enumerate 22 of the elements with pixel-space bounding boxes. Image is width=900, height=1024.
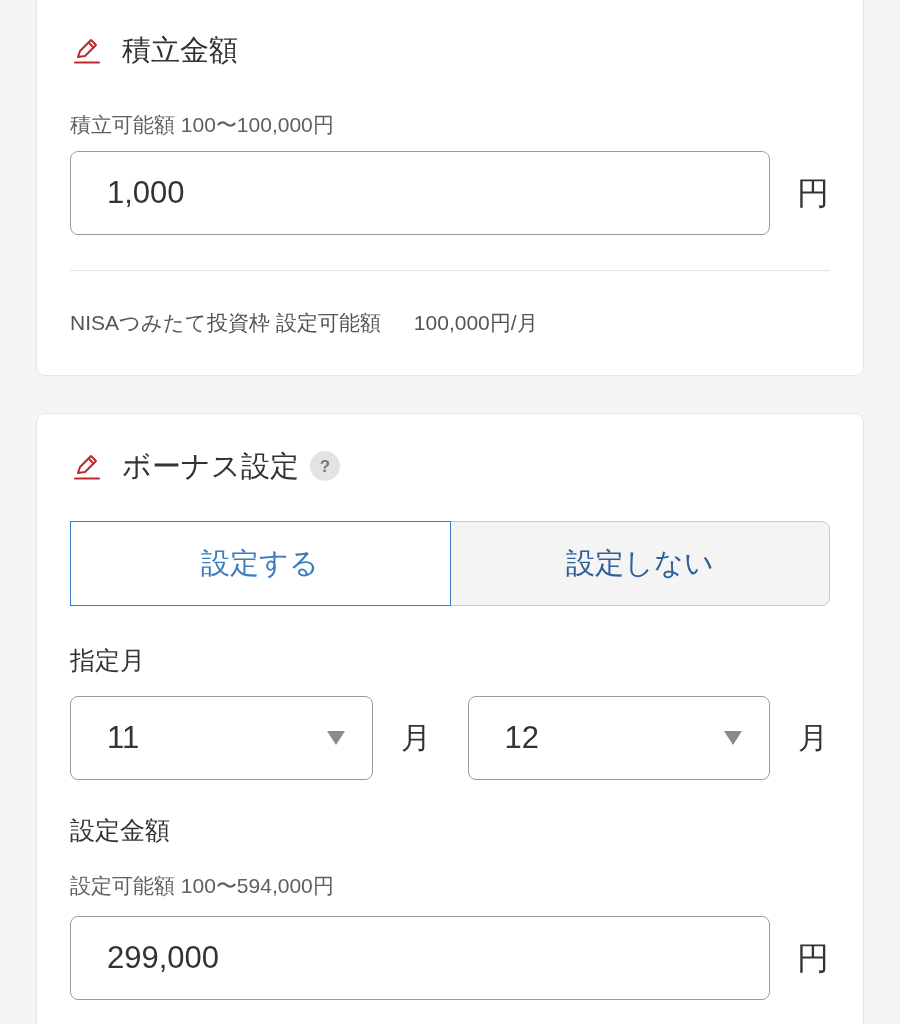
unit-label: 月 <box>400 720 431 756</box>
amount-input[interactable]: 299,000 <box>70 916 770 1000</box>
toggle-button[interactable]: 設定しない <box>449 521 830 606</box>
limit-value: 100,000円/月 <box>413 310 538 336</box>
caret-icon <box>326 731 345 745</box>
limit-label: NISAつみたて投資枠 設定可能額 <box>70 310 381 336</box>
unit-label: 月 <box>798 720 828 756</box>
range-note: 積立可能額 100〜100,000円 <box>70 112 335 138</box>
field-label: 指定月 <box>70 645 146 676</box>
caret-icon <box>724 731 742 745</box>
toggle-button[interactable]: 設定する <box>70 521 451 606</box>
month-select[interactable]: 11 <box>70 696 373 780</box>
unit-label: 円 <box>797 174 830 213</box>
field-label: 設定金額 <box>70 815 171 846</box>
month-select[interactable]: 12 <box>467 696 770 780</box>
unit-label: 円 <box>797 939 830 978</box>
range-note: 設定可能額 100〜594,000円 <box>70 873 335 899</box>
section-title: ボーナス設定 <box>122 449 299 484</box>
pencil-icon <box>73 452 101 480</box>
pencil-icon <box>73 36 101 64</box>
section-title: 積立金額 <box>122 33 238 68</box>
amount-input[interactable]: 1,000 <box>70 151 770 235</box>
